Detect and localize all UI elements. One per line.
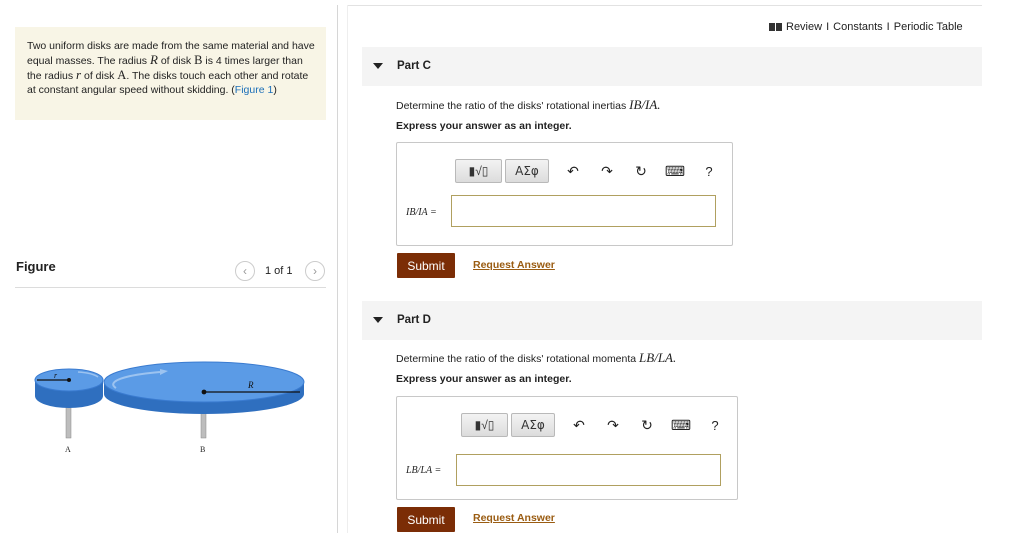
redo-icon[interactable]: ↷ — [594, 159, 620, 183]
undo-icon[interactable]: ↶ — [566, 413, 592, 437]
request-answer-link[interactable]: Request Answer — [473, 512, 555, 524]
question-text: Determine the ratio of the disks' rotati… — [396, 353, 640, 365]
label-B: B — [200, 445, 205, 454]
question-math: LB/LA. — [639, 350, 677, 365]
submit-button[interactable]: Submit — [397, 253, 455, 278]
figure-divider — [15, 287, 326, 288]
answer-input[interactable] — [456, 454, 721, 486]
review-link[interactable]: Review — [786, 21, 822, 33]
greek-symbols-button[interactable]: ΑΣφ — [505, 159, 549, 183]
help-icon[interactable]: ? — [696, 159, 722, 183]
constants-link[interactable]: Constants — [833, 21, 883, 33]
disk-A-label: A — [117, 68, 127, 82]
chevron-right-icon[interactable]: › — [305, 261, 325, 281]
chevron-left-icon[interactable]: ‹ — [235, 261, 255, 281]
separator: I — [826, 21, 830, 33]
part-d-header[interactable]: Part D — [362, 301, 982, 340]
answer-input[interactable] — [451, 195, 716, 227]
problem-text: of disk — [157, 55, 195, 67]
submit-button[interactable]: Submit — [397, 507, 455, 532]
templates-button[interactable]: ▮√▯ — [455, 159, 502, 183]
answer-label: IB/IA = — [406, 207, 437, 218]
top-rule — [348, 5, 982, 6]
redo-icon[interactable]: ↷ — [600, 413, 626, 437]
center-A — [67, 378, 71, 382]
part-d-instruction: Express your answer as an integer. — [396, 373, 572, 385]
question-math: IB/IA. — [629, 97, 661, 112]
problem-statement: Two uniform disks are made from the same… — [15, 27, 326, 120]
label-R: R — [247, 380, 254, 390]
part-c-answer-box: ▮√▯ ΑΣφ ↶ ↷ ↻ ⌨ ? IB/IA = — [396, 142, 733, 246]
panel-divider — [337, 5, 338, 533]
reset-icon[interactable]: ↻ — [634, 413, 660, 437]
figure-heading: Figure — [16, 259, 56, 274]
part-d-question: Determine the ratio of the disks' rotati… — [396, 350, 676, 366]
part-c-instruction: Express your answer as an integer. — [396, 120, 572, 132]
center-B — [201, 389, 207, 395]
label-A: A — [65, 445, 71, 454]
part-c-question: Determine the ratio of the disks' rotati… — [396, 97, 661, 113]
math-toolbar: ▮√▯ ΑΣφ ↶ ↷ ↻ ⌨ ? — [461, 412, 728, 438]
keyboard-icon[interactable]: ⌨ — [662, 159, 688, 183]
collapse-arrow-icon[interactable] — [373, 63, 383, 69]
header-links: Review I Constants I Periodic Table — [769, 21, 963, 33]
reset-icon[interactable]: ↻ — [628, 159, 654, 183]
answer-label: LB/LA = — [406, 465, 442, 476]
var-R: R — [149, 52, 158, 67]
disk-B-top — [103, 361, 305, 403]
keyboard-icon[interactable]: ⌨ — [668, 413, 694, 437]
book-icon — [769, 23, 782, 31]
part-d-title: Part D — [397, 314, 431, 326]
help-icon[interactable]: ? — [702, 413, 728, 437]
disks-figure: R r A B — [34, 361, 305, 454]
separator: I — [886, 21, 890, 33]
math-toolbar: ▮√▯ ΑΣφ ↶ ↷ ↻ ⌨ ? — [455, 158, 722, 184]
panel-divider-inner — [347, 5, 348, 533]
collapse-arrow-icon[interactable] — [373, 317, 383, 323]
request-answer-link[interactable]: Request Answer — [473, 259, 555, 271]
undo-icon[interactable]: ↶ — [560, 159, 586, 183]
question-text: Determine the ratio of the disks' rotati… — [396, 100, 630, 112]
periodic-table-link[interactable]: Periodic Table — [894, 21, 963, 33]
templates-button[interactable]: ▮√▯ — [461, 413, 508, 437]
part-c-header[interactable]: Part C — [362, 47, 982, 86]
problem-text: ) — [273, 84, 277, 96]
problem-text: of disk — [81, 70, 118, 82]
figure-pager: 1 of 1 — [265, 265, 293, 277]
part-c-title: Part C — [397, 60, 431, 72]
greek-symbols-button[interactable]: ΑΣφ — [511, 413, 555, 437]
figure-link[interactable]: Figure 1 — [235, 84, 274, 96]
part-d-answer-box: ▮√▯ ΑΣφ ↶ ↷ ↻ ⌨ ? LB/LA = — [396, 396, 738, 500]
